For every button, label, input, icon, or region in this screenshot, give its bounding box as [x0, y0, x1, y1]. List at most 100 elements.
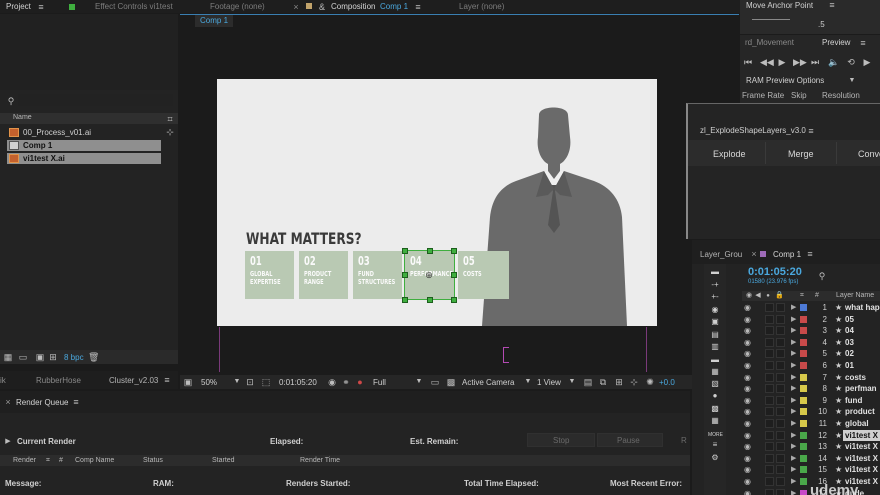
pixel-aspect-icon[interactable]: ▤ — [583, 377, 593, 387]
lock-switch[interactable] — [776, 303, 785, 312]
close-icon[interactable]: × — [292, 2, 300, 12]
previous-frame-icon[interactable]: ◀◀ — [760, 57, 774, 67]
chevron-down-icon[interactable]: ▼ — [848, 76, 856, 86]
layer-row[interactable]: ◉ ▶ 13 ★ vi1test X — [692, 441, 880, 452]
label-color[interactable] — [800, 489, 807, 495]
layer-row[interactable]: ◉ ▶ 9 ★ fund — [692, 395, 880, 406]
layer-row[interactable]: ◉ ▶ 1 ★ what hap — [692, 302, 880, 313]
anchor-value[interactable]: .5 — [818, 20, 825, 29]
layer-name[interactable]: 05 — [845, 314, 854, 325]
lock-switch[interactable] — [776, 442, 785, 452]
trash-icon[interactable]: 🗑 — [88, 352, 99, 362]
solo-switch[interactable] — [765, 303, 774, 312]
label-color[interactable] — [800, 443, 807, 451]
tab-effect-controls[interactable]: Effect Controls vi1test — [95, 0, 173, 13]
eye-icon[interactable]: ◉ — [744, 348, 751, 359]
panel-menu-icon[interactable]: ≡ — [37, 2, 45, 12]
transform-handle[interactable] — [427, 297, 433, 303]
label-color[interactable] — [800, 454, 807, 462]
tab-composition-name[interactable]: Comp 1 — [380, 0, 408, 13]
eye-icon[interactable]: ◉ — [744, 418, 751, 429]
panel-menu-icon[interactable]: ≡ — [807, 126, 815, 136]
solo-icon[interactable]: ● — [764, 291, 772, 301]
transform-handle[interactable] — [402, 272, 408, 278]
layer-name[interactable]: 01 — [845, 360, 854, 371]
tab-project[interactable]: Project — [6, 0, 31, 13]
first-frame-icon[interactable]: ⏮ — [743, 57, 753, 67]
layer-row[interactable]: ◉ ▶ 12 ★ vi1test X — [692, 429, 880, 441]
layer-name[interactable]: vi1test X — [843, 429, 880, 441]
next-frame-icon[interactable]: ▶▶ — [793, 57, 807, 67]
label-color[interactable] — [800, 478, 807, 485]
slide-card[interactable]: 01 GLOBAL EXPERTISE — [245, 251, 294, 299]
ram-preview-options[interactable]: RAM Preview Options — [746, 76, 824, 85]
label-color[interactable] — [800, 304, 807, 311]
lock-switch[interactable] — [776, 361, 785, 370]
layer-name[interactable]: vi1test X — [845, 464, 878, 475]
solo-switch[interactable] — [765, 349, 774, 359]
solo-switch[interactable] — [765, 395, 774, 405]
expand-triangle-icon[interactable]: ▶ — [791, 314, 796, 325]
eye-icon[interactable]: ◉ — [744, 476, 751, 487]
snapshot-icon[interactable]: ◉ — [327, 377, 337, 387]
search-icon[interactable]: ⚲ — [5, 96, 17, 106]
close-icon[interactable]: × — [750, 249, 758, 259]
eye-icon[interactable]: ◉ — [744, 453, 751, 464]
layer-name[interactable]: what hap — [845, 302, 880, 313]
solo-switch[interactable] — [765, 407, 774, 417]
layer-row[interactable]: ◉ ▶ 2 ★ 05 — [692, 314, 880, 325]
new-folder-icon[interactable]: ▭ — [18, 352, 28, 362]
panel-menu-icon[interactable]: ≡ — [806, 249, 814, 259]
tab-composition[interactable]: Composition — [331, 0, 375, 13]
label-color[interactable] — [800, 396, 807, 404]
transform-handle[interactable] — [427, 248, 433, 254]
zoom-select[interactable]: 50% — [201, 378, 217, 387]
expand-triangle-icon[interactable]: ▶ — [791, 372, 796, 383]
convert-button[interactable]: Conve — [858, 149, 880, 159]
lock-switch[interactable] — [776, 453, 785, 463]
project-search-input[interactable] — [18, 94, 173, 106]
ram-preview-icon[interactable]: ▶ — [862, 57, 872, 67]
layer-name[interactable]: global — [845, 418, 869, 429]
layer-row[interactable]: ◉ ▶ 5 ★ 02 — [692, 348, 880, 359]
layer-name[interactable]: 02 — [845, 348, 854, 359]
folder-icon[interactable]: ▬ — [708, 267, 722, 277]
lock-switch[interactable] — [776, 326, 785, 336]
tab-partial[interactable]: ik — [0, 376, 6, 385]
tab-preview[interactable]: Preview — [822, 38, 850, 47]
panel-menu-icon[interactable]: ≡ — [72, 397, 80, 407]
loop-icon[interactable]: ⟲ — [846, 57, 856, 67]
solo-switch[interactable] — [765, 314, 774, 324]
eye-icon[interactable]: ◉ — [744, 441, 751, 452]
panel-menu-icon[interactable]: ≡ — [828, 0, 836, 10]
label-tag-icon[interactable]: ⌗ — [165, 114, 175, 124]
panel-menu-icon[interactable]: ≡ — [414, 2, 422, 12]
transform-handle[interactable] — [451, 272, 457, 278]
eye-icon[interactable]: ◉ — [744, 325, 751, 336]
solo-switch[interactable] — [765, 419, 774, 428]
chevron-down-icon[interactable]: ▼ — [233, 377, 241, 387]
lock-switch[interactable] — [776, 372, 785, 382]
label-color[interactable] — [800, 385, 807, 393]
bpc-indicator[interactable]: 8 bpc — [64, 353, 84, 362]
expand-triangle-icon[interactable]: ▶ — [791, 395, 796, 406]
tab-footage[interactable]: Footage (none) — [210, 0, 265, 13]
chevron-down-icon[interactable]: ▼ — [415, 377, 423, 387]
timeline-current-time[interactable]: 0:01:05:20 — [748, 266, 802, 278]
lock-icon[interactable]: 🔒 — [775, 291, 784, 301]
expand-triangle-icon[interactable]: ▶ — [791, 302, 796, 313]
project-item[interactable]: Comp 1 — [7, 140, 161, 151]
lock-switch[interactable] — [776, 314, 785, 324]
tab-layer-group[interactable]: Layer_Grou — [700, 250, 742, 259]
label-color[interactable] — [800, 431, 807, 439]
solo-switch[interactable] — [765, 488, 774, 495]
expand-triangle-icon[interactable]: ▶ — [791, 476, 796, 487]
audio-icon[interactable]: 🔈 — [828, 57, 839, 67]
solo-switch[interactable] — [765, 337, 774, 347]
expand-triangle-icon[interactable]: ▶ — [791, 406, 796, 417]
roi-icon[interactable]: ▭ — [430, 377, 440, 387]
lock-switch[interactable] — [776, 407, 785, 417]
tab-timeline-comp[interactable]: Comp 1 — [773, 250, 801, 259]
remove-icon[interactable]: +- — [708, 292, 722, 302]
expand-triangle-icon[interactable]: ▶ — [791, 348, 796, 359]
